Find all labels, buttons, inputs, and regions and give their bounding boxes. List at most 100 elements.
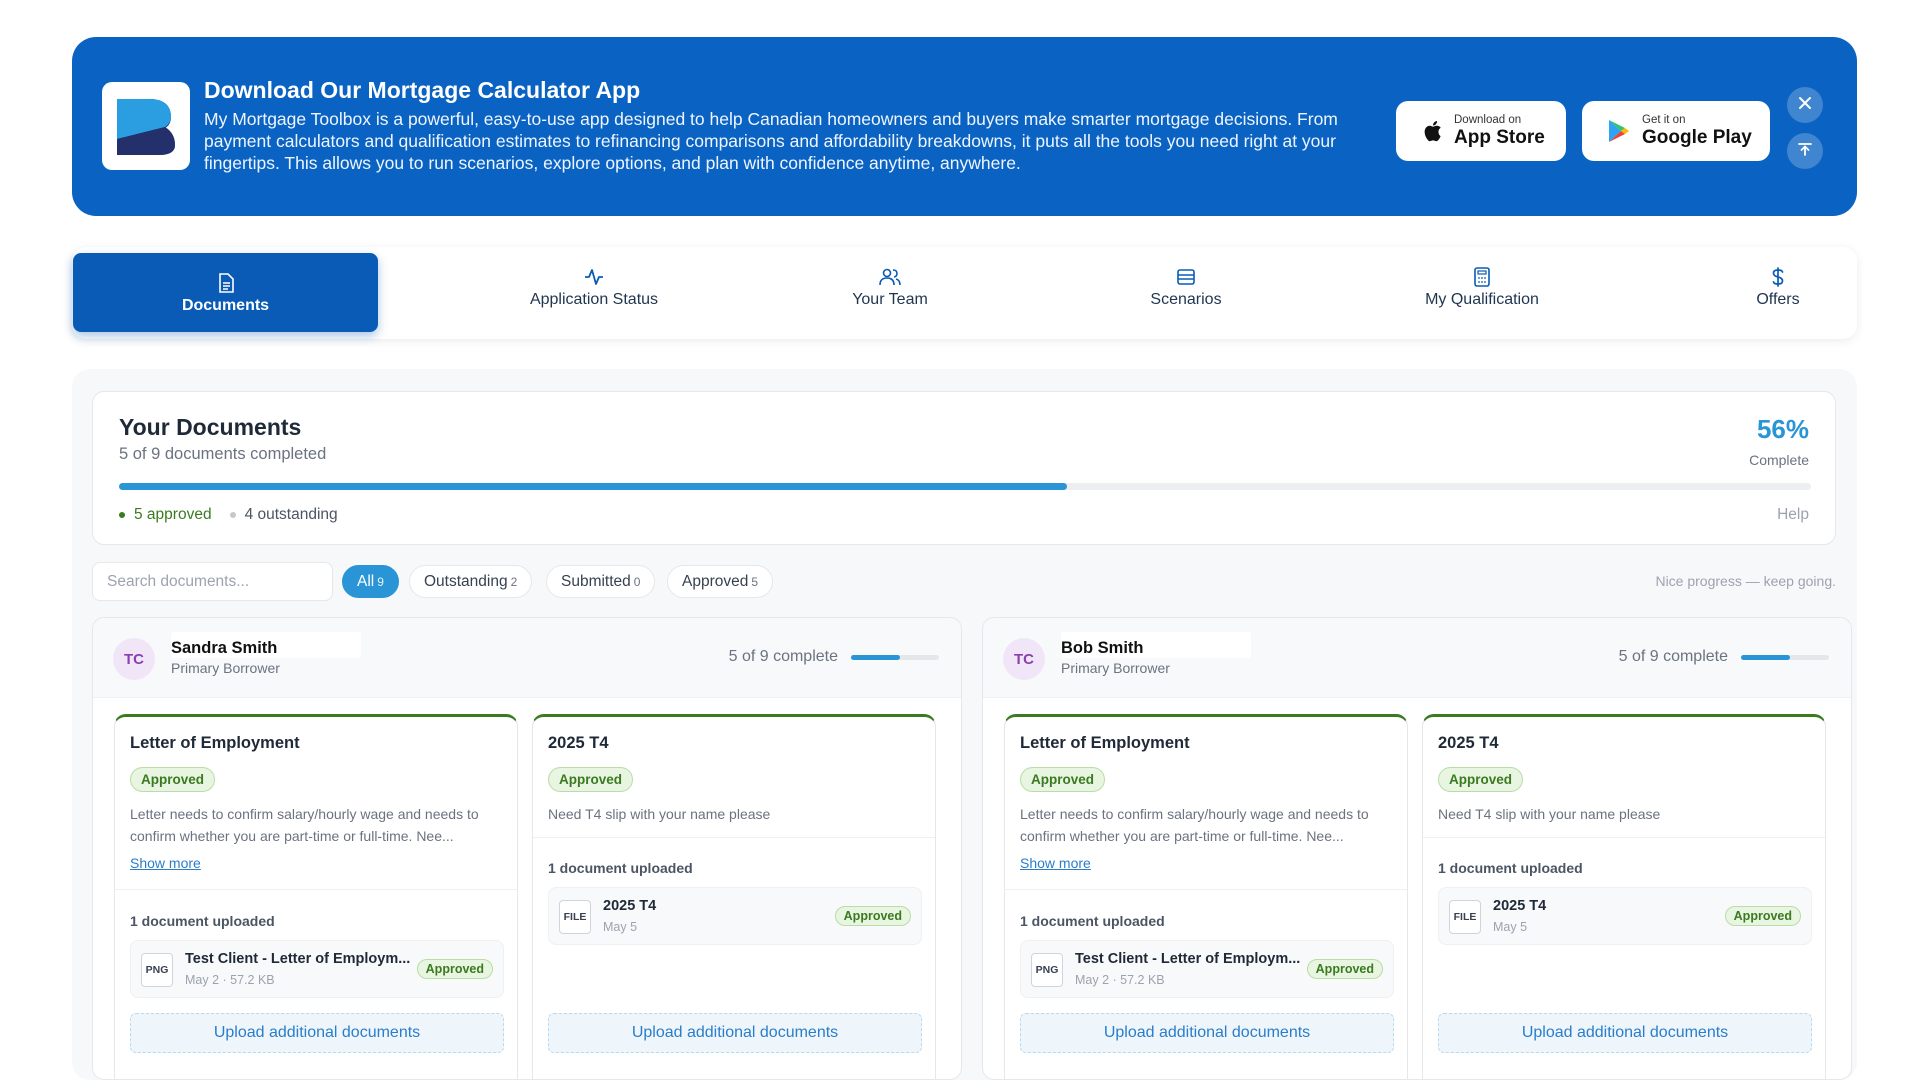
approved-dot (119, 512, 125, 518)
upload-additional-button[interactable]: Upload additional documents (1438, 1013, 1812, 1053)
status-badge: Approved (1020, 767, 1106, 792)
chip-count: 5 (751, 574, 759, 589)
borrower-name: Bob Smith (1061, 639, 1144, 657)
overall-progress-fill (119, 483, 1067, 490)
uploaded-count: 1 document uploaded (130, 913, 275, 929)
tab-my-qualification[interactable]: My Qualification (1332, 247, 1632, 326)
tab-scenarios[interactable]: Scenarios (1036, 247, 1336, 326)
chip-count: 2 (510, 574, 518, 589)
file-type-icon: FILE (559, 900, 591, 934)
filter-chip-approved[interactable]: Approved 5 (667, 565, 774, 598)
chip-label: All (357, 572, 375, 590)
tab-offers[interactable]: Offers (1628, 247, 1920, 326)
file-status-badge: Approved (834, 906, 911, 926)
borrower-progress-fill (851, 655, 901, 660)
document-description: Letter needs to confirm salary/hourly wa… (130, 806, 479, 844)
file-meta: May 5 (1493, 920, 1528, 934)
borrower-role: Primary Borrower (171, 660, 280, 676)
close-icon (1798, 96, 1812, 115)
tab-label: My Qualification (1425, 290, 1539, 308)
app-store-button[interactable]: Download on App Store (1396, 101, 1566, 161)
document-description: Need T4 slip with your name please (548, 806, 771, 822)
status-badge: Approved (130, 767, 216, 792)
chip-label: Approved (682, 572, 749, 590)
file-meta: May 2 · 57.2 KB (1075, 973, 1165, 987)
app-download-banner: Download Our Mortgage Calculator App My … (72, 37, 1857, 216)
uploaded-file[interactable]: PNG Test Client - Letter of Employm... M… (130, 940, 504, 998)
chip-count: 0 (633, 574, 641, 589)
banner-description: My Mortgage Toolbox is a powerful, easy-… (204, 109, 1338, 173)
activity-icon (584, 265, 604, 289)
show-more-link[interactable]: Show more (1020, 855, 1091, 871)
wallet-icon (1176, 265, 1196, 289)
borrower-name: Sandra Smith (171, 639, 278, 657)
completion-percent: 56% (1756, 414, 1809, 444)
share-banner-button[interactable] (1787, 133, 1823, 169)
chip-label: Outstanding (424, 572, 508, 590)
close-banner-button[interactable] (1787, 87, 1823, 123)
app-store-label: App Store (1454, 127, 1545, 148)
show-more-link[interactable]: Show more (130, 855, 201, 871)
filter-chip-outstanding[interactable]: Outstanding 2 (409, 565, 533, 598)
upload-additional-button[interactable]: Upload additional documents (130, 1013, 504, 1053)
outstanding-count: 4 outstanding (244, 506, 338, 523)
google-play-button[interactable]: Get it on Google Play (1582, 101, 1770, 161)
apple-icon (1422, 119, 1442, 143)
tab-label: Scenarios (1150, 290, 1222, 308)
borrower-progress-text: 5 of 9 complete (1618, 648, 1728, 665)
dollar-icon (1771, 265, 1785, 289)
file-status-badge: Approved (1306, 959, 1383, 979)
search-input[interactable] (92, 562, 333, 601)
app-store-small-label: Download on (1454, 114, 1522, 126)
uploaded-file[interactable]: FILE 2025 T4 May 5 Approved (1438, 887, 1812, 945)
borrower-progress-text: 5 of 9 complete (728, 648, 838, 665)
document-title: Letter of Employment (1020, 734, 1190, 752)
uploaded-file[interactable]: FILE 2025 T4 May 5 Approved (548, 887, 922, 945)
file-meta: May 5 (603, 920, 638, 934)
borrower-progress-bar (851, 655, 939, 660)
document-card: Letter of Employment Approved Letter nee… (1004, 714, 1408, 1079)
uploaded-count: 1 document uploaded (1438, 860, 1583, 876)
document-title: 2025 T4 (548, 734, 609, 752)
upload-additional-button[interactable]: Upload additional documents (1020, 1013, 1394, 1053)
google-play-small-label: Get it on (1642, 114, 1686, 126)
help-link[interactable]: Help (1777, 506, 1809, 524)
chip-label: Submitted (561, 572, 631, 590)
file-type-icon: FILE (1449, 900, 1481, 934)
upload-icon (1797, 141, 1813, 162)
document-card: 2025 T4 Approved Need T4 slip with your … (532, 714, 936, 1079)
chip-count: 9 (377, 574, 384, 589)
borrower-progress-bar (1741, 655, 1829, 660)
borrower-card: TC Sandra Smith Primary Borrower 5 of 9 … (92, 617, 962, 1080)
file-name: 2025 T4 (1493, 898, 1547, 914)
users-icon (879, 265, 901, 289)
google-play-label: Google Play (1642, 127, 1752, 148)
document-description: Letter needs to confirm salary/hourly wa… (1020, 806, 1369, 844)
filter-chip-all[interactable]: All 9 (342, 565, 399, 598)
google-play-icon (1608, 119, 1630, 143)
file-status-badge: Approved (1724, 906, 1801, 926)
tab-label: Offers (1756, 290, 1800, 308)
uploaded-file[interactable]: PNG Test Client - Letter of Employm... M… (1020, 940, 1394, 998)
file-name: 2025 T4 (603, 898, 657, 914)
calculator-icon (1473, 265, 1491, 289)
document-card: 2025 T4 Approved Need T4 slip with your … (1422, 714, 1826, 1079)
status-badge: Approved (1438, 767, 1524, 792)
tab-label: Application Status (529, 290, 659, 308)
overall-progress-bar (119, 483, 1811, 490)
completion-label: Complete (1749, 452, 1809, 468)
status-legend: 5 approved 4 outstanding (119, 506, 338, 524)
tab-your-team[interactable]: Your Team (740, 247, 1040, 326)
document-icon (217, 271, 235, 295)
tab-documents[interactable]: Documents (73, 253, 378, 332)
file-name: Test Client - Letter of Employm... (185, 951, 411, 967)
tab-application-status[interactable]: Application Status (444, 247, 744, 326)
borrower-header: TC Bob Smith Primary Borrower 5 of 9 com… (983, 618, 1851, 698)
file-type-icon: PNG (1031, 953, 1063, 987)
page-title: Your Documents (119, 414, 302, 440)
filter-chip-submitted[interactable]: Submitted 0 (546, 565, 656, 598)
tab-label: Documents (181, 296, 270, 314)
banner-title: Download Our Mortgage Calculator App (204, 77, 641, 103)
upload-additional-button[interactable]: Upload additional documents (548, 1013, 922, 1053)
uploaded-count: 1 document uploaded (1020, 913, 1165, 929)
